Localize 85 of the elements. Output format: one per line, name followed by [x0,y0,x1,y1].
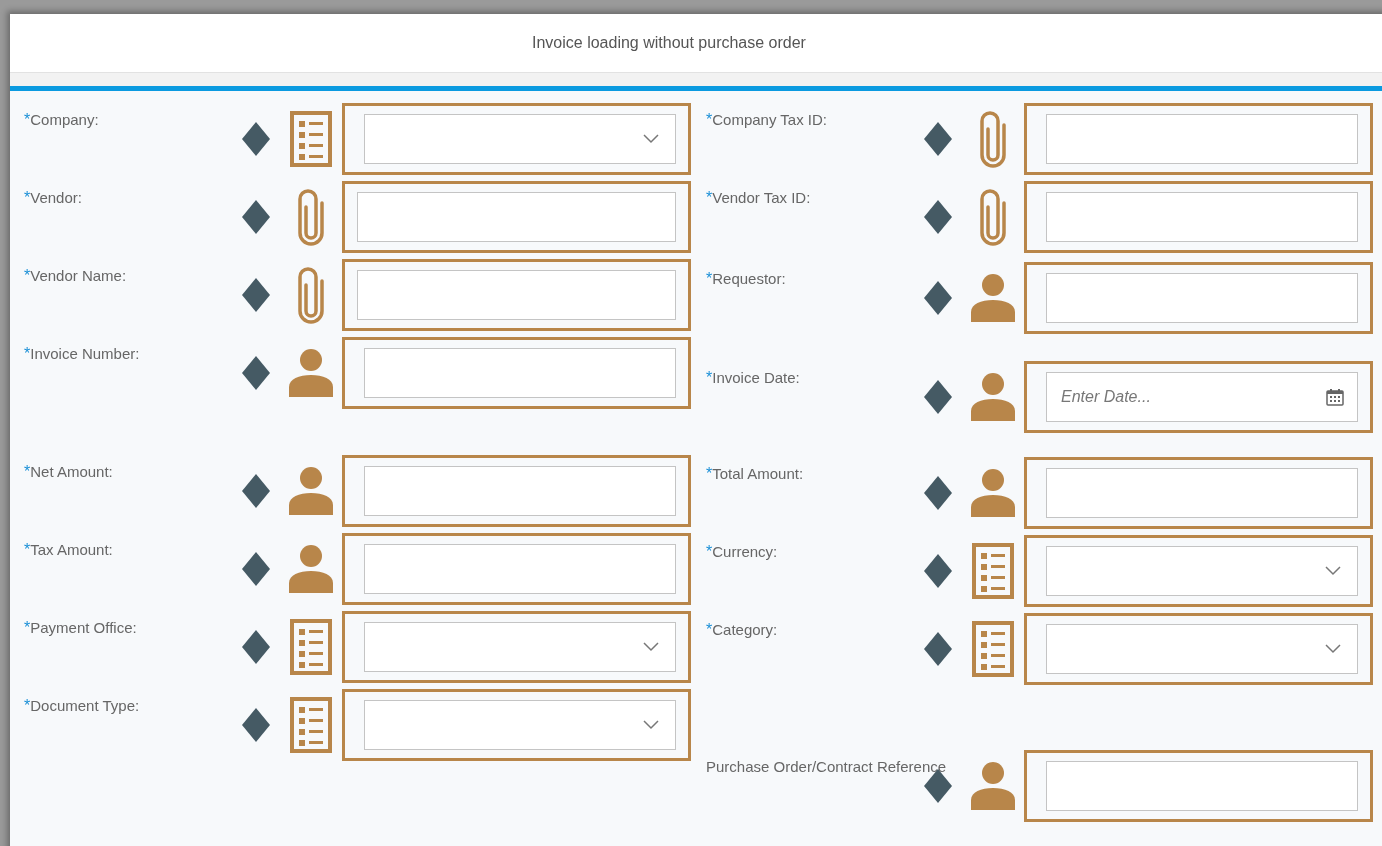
field-label: Document Type: [30,697,140,714]
chevron-down-icon [643,642,659,652]
person-icon [971,469,1015,517]
dropdown-field[interactable] [364,114,676,164]
dropdown-field[interactable] [364,700,676,750]
required-mark: * [24,111,31,128]
required-mark: * [706,111,713,128]
field-label: Payment Office: [30,619,137,636]
calendar-icon[interactable] [1326,388,1344,406]
field-label: Purchase Order/Contract Reference [706,758,947,775]
required-mark: * [24,619,31,636]
text-field[interactable] [1046,468,1358,518]
chevron-down-icon [1325,566,1341,576]
field-label: Total Amount: [712,465,804,482]
required-mark: * [24,267,31,284]
required-mark: * [24,345,31,362]
person-icon [971,373,1015,421]
required-mark: * [706,189,713,206]
diamond-icon [242,356,270,390]
required-mark: * [706,465,713,482]
text-field[interactable] [357,192,676,242]
chevron-down-icon [1325,644,1341,654]
paperclip-icon [297,265,325,325]
person-icon [289,349,333,397]
text-field[interactable] [364,348,676,398]
person-icon [971,762,1015,810]
text-field[interactable] [1046,761,1358,811]
text-field[interactable] [1046,192,1358,242]
dropdown-field[interactable] [364,622,676,672]
text-field[interactable] [364,544,676,594]
dropdown-field[interactable] [1046,624,1358,674]
diamond-icon [242,630,270,664]
paperclip-icon [979,187,1007,247]
person-icon [289,467,333,515]
field-label: Vendor Tax ID: [712,189,811,206]
diamond-icon [924,122,952,156]
diamond-icon [924,554,952,588]
chevron-down-icon [643,134,659,144]
field-label: Vendor: [30,189,82,206]
date-field[interactable]: Enter Date... [1046,372,1358,422]
list-icon [290,697,332,753]
list-icon [290,111,332,167]
field-label: Category: [712,621,778,638]
required-mark: * [706,543,713,560]
field-label: Company: [30,111,99,128]
text-field[interactable] [364,466,676,516]
field-label: Net Amount: [30,463,113,480]
chevron-down-icon [643,720,659,730]
list-icon [972,543,1014,599]
text-field[interactable] [1046,273,1358,323]
required-mark: * [706,270,713,287]
required-mark: * [706,621,713,638]
text-field[interactable] [1046,114,1358,164]
required-mark: * [24,463,31,480]
field-label: Currency: [712,543,778,560]
list-icon [972,621,1014,677]
diamond-icon [924,380,952,414]
list-icon [290,619,332,675]
field-label: Invoice Number: [30,345,140,362]
diamond-icon [242,122,270,156]
paperclip-icon [297,187,325,247]
field-label: Invoice Date: [712,369,800,386]
person-icon [971,274,1015,322]
diamond-icon [924,281,952,315]
diamond-icon [242,474,270,508]
required-mark: * [706,369,713,386]
window-title: Invoice loading without purchase order [532,34,806,52]
diamond-icon [242,200,270,234]
field-label: Company Tax ID: [712,111,827,128]
diamond-icon [924,200,952,234]
field-label: Tax Amount: [30,541,113,558]
field-label: Vendor Name: [30,267,127,284]
required-mark: * [24,697,31,714]
diamond-icon [242,708,270,742]
paperclip-icon [979,109,1007,169]
diamond-icon [924,476,952,510]
required-mark: * [24,189,31,206]
diamond-icon [242,552,270,586]
dropdown-field[interactable] [1046,546,1358,596]
required-mark: * [24,541,31,558]
person-icon [289,545,333,593]
text-field[interactable] [357,270,676,320]
diamond-icon [924,632,952,666]
diamond-icon [242,278,270,312]
field-label: Requestor: [712,270,786,287]
